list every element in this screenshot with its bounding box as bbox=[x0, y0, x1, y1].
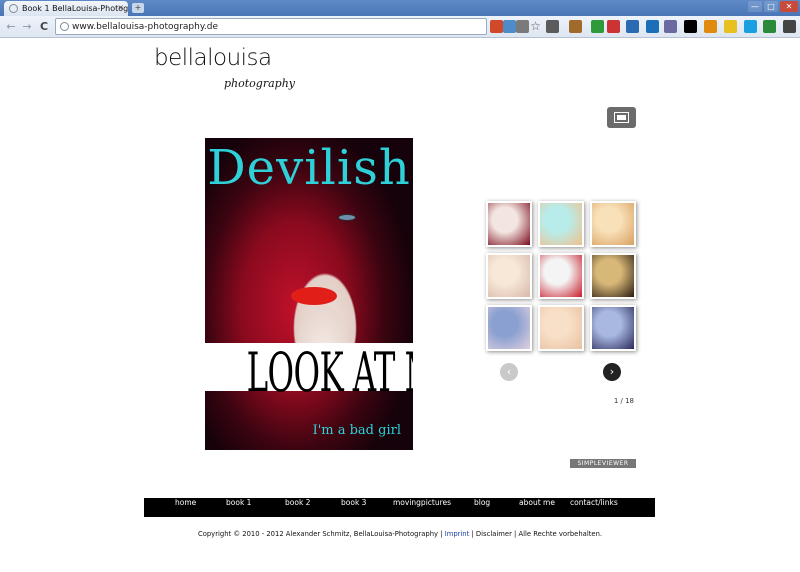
next-page-button[interactable]: › bbox=[603, 363, 621, 381]
close-window-button[interactable]: ✕ bbox=[780, 1, 798, 12]
site-logo[interactable]: bellalouisa bbox=[154, 45, 272, 71]
ext-colorpicker-icon[interactable] bbox=[490, 20, 503, 33]
nav-item-book-3[interactable]: book 3 bbox=[341, 498, 366, 517]
ext-bulb-icon[interactable] bbox=[516, 20, 529, 33]
ext-update-icon[interactable] bbox=[591, 20, 604, 33]
thumb-5[interactable] bbox=[538, 253, 584, 299]
ext-sync-icon[interactable] bbox=[626, 20, 639, 33]
ext-clip-icon[interactable] bbox=[607, 20, 620, 33]
nav-item-book-2[interactable]: book 2 bbox=[285, 498, 310, 517]
ext-tool-icon[interactable] bbox=[569, 20, 582, 33]
ext-skype-icon[interactable] bbox=[744, 20, 757, 33]
minimize-button[interactable]: — bbox=[748, 1, 762, 12]
imprint-link[interactable]: Imprint bbox=[445, 530, 470, 538]
forward-button[interactable]: → bbox=[20, 19, 34, 34]
nav-item-about-me[interactable]: about me bbox=[519, 498, 555, 517]
browser-toolbar: ← → C www.bellalouisa-photography.de ☆ bbox=[0, 16, 800, 38]
simpleviewer-badge[interactable]: SIMPLEVIEWER bbox=[570, 459, 636, 468]
bookmark-star-icon[interactable]: ☆ bbox=[529, 20, 542, 33]
thumb-6[interactable] bbox=[590, 253, 636, 299]
maximize-button[interactable]: □ bbox=[764, 1, 778, 12]
ext-check-icon[interactable] bbox=[646, 20, 659, 33]
site-logo-subtitle: photography bbox=[224, 77, 295, 90]
ext-settings-icon[interactable] bbox=[503, 20, 516, 33]
globe-icon bbox=[60, 22, 69, 31]
ext-amazon-icon[interactable] bbox=[704, 20, 717, 33]
image-title-text: Devilish bbox=[207, 140, 411, 196]
main-navigation: home book 1 book 2 book 3 movingpictures blog… bbox=[144, 498, 655, 517]
copyright-text: Copyright © 2010 - 2012 Alexander Schmit… bbox=[197, 530, 443, 538]
new-tab-button[interactable]: + bbox=[132, 3, 144, 13]
image-headline-text: LOOK AT ME bbox=[246, 341, 413, 404]
fullscreen-icon bbox=[614, 112, 629, 123]
nav-item-book-1[interactable]: book 1 bbox=[226, 498, 251, 517]
thumb-9[interactable] bbox=[590, 305, 636, 351]
thumb-8[interactable] bbox=[538, 305, 584, 351]
ext-ninja-icon[interactable] bbox=[724, 20, 737, 33]
prev-page-button[interactable]: ‹ bbox=[500, 363, 518, 381]
footer: Copyright © 2010 - 2012 Alexander Schmit… bbox=[0, 530, 800, 538]
tab-strip: Book 1 BellaLouisa-Photograp × + — □ ✕ bbox=[0, 0, 800, 16]
image-eye bbox=[338, 214, 356, 221]
window-controls: — □ ✕ bbox=[748, 1, 798, 12]
thumb-4[interactable] bbox=[486, 253, 532, 299]
tab-close-icon[interactable]: × bbox=[117, 3, 124, 12]
nav-item-contact-links[interactable]: contact/links bbox=[570, 498, 618, 517]
nav-item-home[interactable]: home bbox=[175, 498, 196, 517]
ext-ebay-icon[interactable] bbox=[664, 20, 677, 33]
fullscreen-button[interactable] bbox=[607, 107, 636, 128]
browser-tab[interactable]: Book 1 BellaLouisa-Photograp × bbox=[4, 1, 128, 16]
main-gallery-image[interactable]: Devilish LOOK AT ME I'm a bad girl bbox=[205, 138, 413, 450]
ext-robot-icon[interactable] bbox=[763, 20, 776, 33]
thumb-2[interactable] bbox=[538, 201, 584, 247]
back-button[interactable]: ← bbox=[4, 19, 18, 34]
ext-puzzle-icon[interactable] bbox=[546, 20, 559, 33]
thumb-1[interactable] bbox=[486, 201, 532, 247]
thumb-3[interactable] bbox=[590, 201, 636, 247]
ext-x-icon[interactable] bbox=[684, 20, 697, 33]
image-counter: 1 / 18 bbox=[613, 397, 634, 405]
reload-button[interactable]: C bbox=[37, 19, 51, 34]
thumb-7[interactable] bbox=[486, 305, 532, 351]
nav-item-blog[interactable]: blog bbox=[474, 498, 490, 517]
url-text: www.bellalouisa-photography.de bbox=[72, 22, 219, 32]
image-tagline-text: I'm a bad girl bbox=[312, 423, 401, 438]
wrench-icon[interactable] bbox=[783, 20, 796, 33]
address-bar[interactable]: www.bellalouisa-photography.de bbox=[55, 18, 487, 35]
image-lips bbox=[291, 287, 337, 305]
footer-rest-text: | Disclaimer | Alle Rechte vorbehalten. bbox=[471, 530, 603, 538]
tab-title: Book 1 BellaLouisa-Photograp bbox=[22, 4, 128, 13]
nav-item-movingpictures[interactable]: movingpictures bbox=[393, 498, 451, 517]
page-favicon-icon bbox=[9, 4, 18, 13]
